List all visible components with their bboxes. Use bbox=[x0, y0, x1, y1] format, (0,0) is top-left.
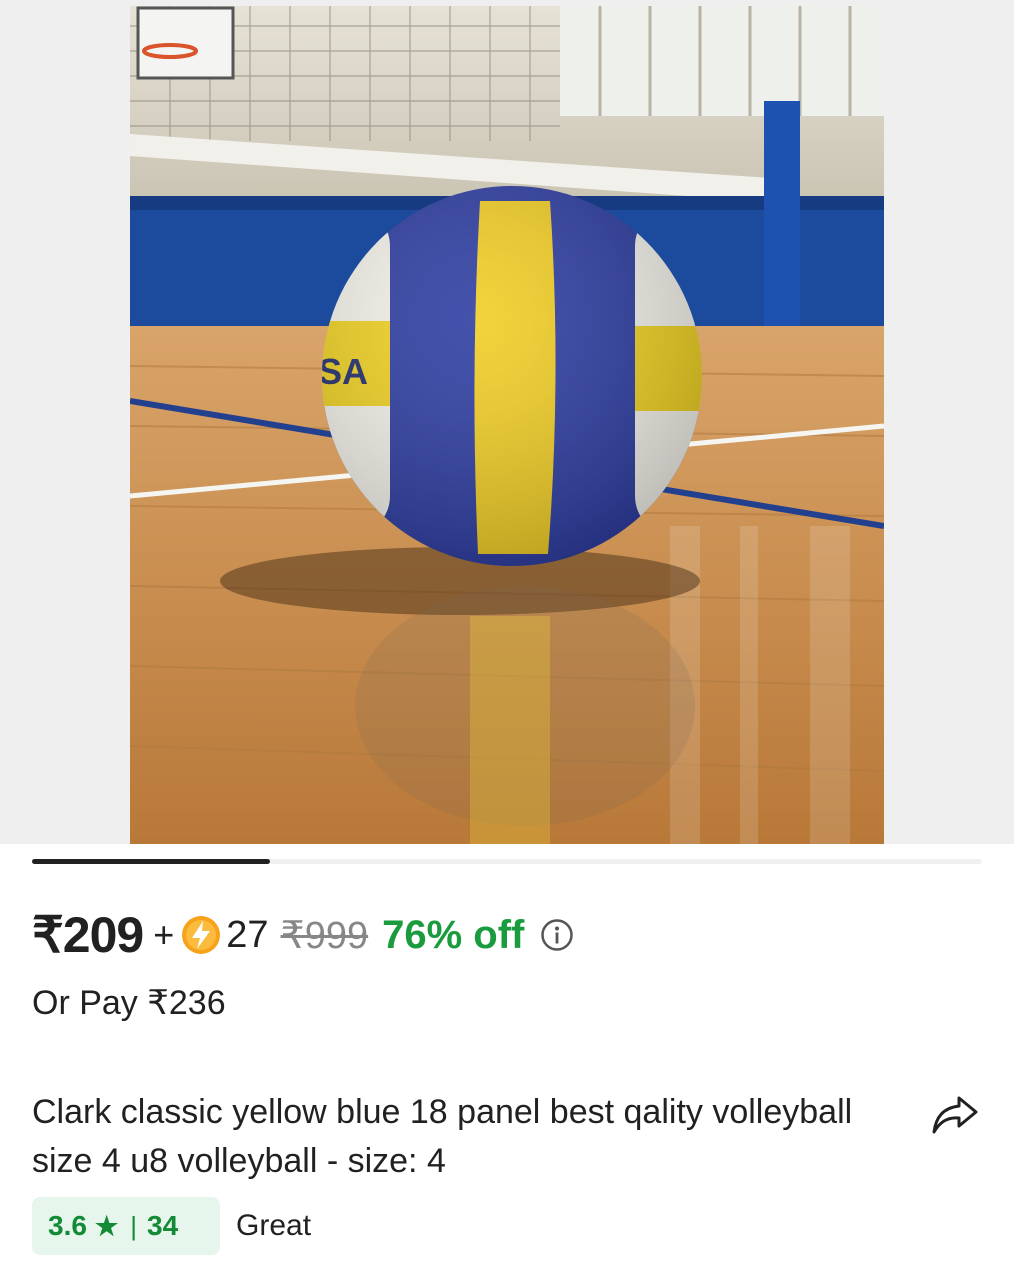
selling-price: ₹209 bbox=[32, 907, 144, 963]
image-carousel-indicator bbox=[32, 859, 982, 864]
supercoins-amount: 27 bbox=[226, 913, 269, 956]
info-icon[interactable] bbox=[540, 918, 574, 952]
product-title: Clark classic yellow blue 18 panel best … bbox=[32, 1093, 853, 1180]
original-price: ₹999 bbox=[280, 914, 369, 957]
product-image-area: SA bbox=[0, 0, 1014, 844]
plus-sign: + bbox=[153, 914, 175, 955]
rating-value: 3.6 bbox=[48, 1210, 87, 1241]
share-icon[interactable] bbox=[930, 1094, 980, 1136]
rating-badge[interactable]: 3.6 ★ | 34 bbox=[32, 1197, 220, 1255]
rating-separator: | bbox=[130, 1210, 138, 1241]
rating-count: 34 bbox=[147, 1210, 179, 1241]
product-photo[interactable]: SA bbox=[130, 6, 884, 844]
alternate-payment-price: Or Pay ₹236 bbox=[32, 984, 226, 1022]
rating-label: Great bbox=[236, 1209, 312, 1242]
star-icon: ★ bbox=[94, 1210, 119, 1241]
lightning-coin-icon bbox=[182, 916, 221, 954]
discount-percentage: 76% off bbox=[382, 912, 525, 957]
price-row: ₹209 + 27 ₹999 76% off bbox=[32, 905, 574, 965]
carousel-progress bbox=[32, 859, 270, 864]
